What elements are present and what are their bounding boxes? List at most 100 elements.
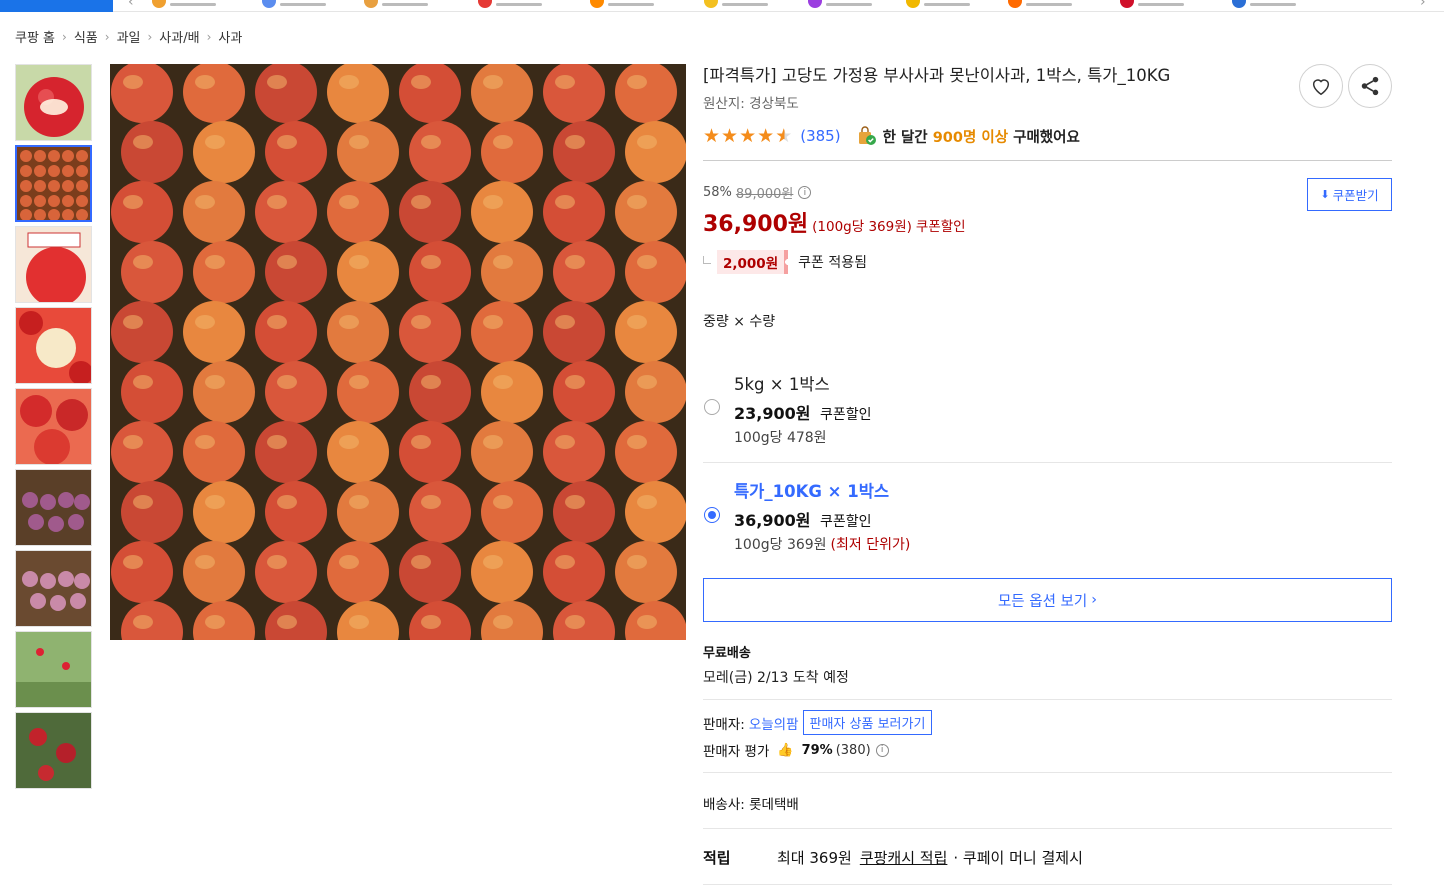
option-coupon-label: 쿠폰할인 xyxy=(820,407,872,423)
option-unit-price: 100g당 478원 xyxy=(734,430,827,446)
category-item[interactable] xyxy=(1232,0,1296,8)
option-coupon-label: 쿠폰할인 xyxy=(820,514,872,530)
review-count-link[interactable]: (385) xyxy=(800,127,840,145)
seller-row: 판매자: 오늘의팜 판매자 상품 보러가기 xyxy=(703,710,1392,735)
category-item[interactable] xyxy=(1008,0,1072,8)
seller-rating-row: 판매자 평가 👍 79% (380) i xyxy=(703,740,1392,760)
coupon-applied-row: 2,000원 쿠폰 적용됨 xyxy=(703,250,1392,274)
seller-products-button[interactable]: 판매자 상품 보러가기 xyxy=(802,710,933,735)
option-price-row: 36,900원 쿠폰할인 xyxy=(734,507,1392,531)
chevron-right-icon: › xyxy=(104,29,110,44)
category-item[interactable] xyxy=(478,0,542,8)
cashback-amount: 최대 369원 xyxy=(777,849,852,867)
chevron-left-icon[interactable]: ‹ xyxy=(128,0,134,10)
chevron-right-icon: › xyxy=(1091,592,1098,608)
thumbnail-8[interactable] xyxy=(15,631,92,708)
buy-suffix: 구매했어요 xyxy=(1013,129,1080,146)
option-price-row: 23,900원 쿠폰할인 xyxy=(734,400,1392,424)
category-item[interactable] xyxy=(906,0,970,8)
thumbnail-list xyxy=(15,64,93,793)
rating-row: ★ ★ ★ ★ ★ (385) 한 달간 900명 이상 구매했어요 xyxy=(703,124,1392,148)
corner-arrow-icon xyxy=(703,256,711,264)
seller-rating-label: 판매자 평가 xyxy=(703,744,770,760)
category-item[interactable] xyxy=(1120,0,1184,8)
option-name: 특가_10KG × 1박스 xyxy=(734,482,890,501)
cashback-link[interactable]: 쿠팡캐시 적립 xyxy=(860,847,948,868)
thumbnail-6[interactable] xyxy=(15,469,92,546)
wishlist-button[interactable] xyxy=(1299,64,1343,108)
chevron-right-icon: › xyxy=(147,29,153,44)
product-info: [파격특가] 고당도 가정용 부사사과 못난이사과, 1박스, 특가_10KG … xyxy=(703,60,1392,885)
chevron-right-icon: › xyxy=(62,29,67,44)
unit-price: (100g당 369원) xyxy=(812,219,912,235)
thumbnail-1[interactable] xyxy=(15,64,92,141)
purchase-count-text: 한 달간 900명 이상 구매했어요 xyxy=(883,126,1080,147)
thumbnail-5[interactable] xyxy=(15,388,92,465)
seller-name-link[interactable]: 오늘의팜 xyxy=(749,713,799,733)
breadcrumb-home[interactable]: 쿠팡 홈 xyxy=(15,27,55,46)
divider xyxy=(703,699,1392,700)
main-product-image[interactable] xyxy=(110,64,686,640)
breadcrumb-apple-pear[interactable]: 사과/배 xyxy=(159,27,199,46)
option-heading: 중량 × 수량 xyxy=(703,314,776,330)
thumbnail-7[interactable] xyxy=(15,550,92,627)
shipping-label: 무료배송 xyxy=(703,646,751,661)
breadcrumb-apple[interactable]: 사과 xyxy=(218,27,242,46)
star-icon: ★ xyxy=(757,124,775,147)
option-name: 5kg × 1박스 xyxy=(734,375,830,394)
info-icon[interactable]: i xyxy=(875,743,889,757)
coupon-download-label: 쿠폰받기 xyxy=(1332,188,1379,203)
coupon-download-button[interactable]: ⬇ 쿠폰받기 xyxy=(1307,178,1392,211)
breadcrumb-food[interactable]: 식품 xyxy=(74,27,98,46)
category-menu-button[interactable] xyxy=(0,0,113,12)
product-origin: 원산지: 경상북도 xyxy=(703,96,799,112)
option-item-10kg[interactable]: 특가_10KG × 1박스 36,900원 쿠폰할인 100g당 369원 (최저… xyxy=(703,478,1392,554)
option-item-5kg[interactable]: 5kg × 1박스 23,900원 쿠폰할인 100g당 478원 xyxy=(703,371,1392,447)
discount-row: 58% 89,000원 i xyxy=(703,183,1392,202)
thumbnail-4[interactable] xyxy=(15,307,92,384)
option-price: 23,900원 xyxy=(734,404,811,423)
original-price: 89,000원 xyxy=(735,187,794,202)
thumbnail-9[interactable] xyxy=(15,712,92,789)
thumbnail-2[interactable] xyxy=(15,145,92,222)
cashback-suffix: · 쿠페이 머니 결제시 xyxy=(953,849,1083,867)
buy-prefix: 한 달간 xyxy=(882,129,928,146)
option-unit-price-row: 100g당 369원 (최저 단위가) xyxy=(734,534,1392,554)
discount-rate: 58% xyxy=(703,185,732,200)
info-icon[interactable]: i xyxy=(798,186,812,199)
divider xyxy=(703,462,1392,463)
star-icon: ★ xyxy=(721,124,739,147)
category-strip: ‹ › xyxy=(0,0,1444,12)
share-icon xyxy=(1361,76,1379,96)
category-item[interactable] xyxy=(262,0,326,8)
divider xyxy=(703,772,1392,773)
price-row: 36,900원 (100g당 369원) 쿠폰할인 xyxy=(703,206,1392,238)
category-item[interactable] xyxy=(590,0,654,8)
coupon-amount-tag: 2,000원 xyxy=(717,250,789,274)
carrier-text: 배송사: 롯데택배 xyxy=(703,797,799,813)
option-radio[interactable] xyxy=(704,399,720,415)
rating-stars[interactable]: ★ ★ ★ ★ ★ xyxy=(703,124,793,147)
breadcrumb: 쿠팡 홈 › 식품 › 과일 › 사과/배 › 사과 xyxy=(15,27,242,47)
lowest-unit-note: (최저 단위가) xyxy=(830,537,911,553)
chevron-right-icon: › xyxy=(206,29,212,44)
share-button[interactable] xyxy=(1348,64,1392,108)
category-item[interactable] xyxy=(364,0,428,8)
option-radio-selected[interactable] xyxy=(704,507,720,523)
chevron-right-icon[interactable]: › xyxy=(1420,0,1426,10)
category-item[interactable] xyxy=(808,0,872,8)
coupon-applied-text: 쿠폰 적용됨 xyxy=(798,255,867,271)
all-options-button[interactable]: 모든 옵션 보기 › xyxy=(703,578,1392,622)
cashback-row: 적립 최대 369원 쿠팡캐시 적립 · 쿠페이 머니 결제시 xyxy=(703,847,1392,868)
thumbnail-3[interactable] xyxy=(15,226,92,303)
divider xyxy=(703,160,1392,161)
category-item[interactable] xyxy=(704,0,768,8)
option-price: 36,900원 xyxy=(734,511,811,530)
option-unit-price: 100g당 369원 xyxy=(734,537,827,553)
breadcrumb-fruit[interactable]: 과일 xyxy=(117,27,141,46)
category-item[interactable] xyxy=(152,0,216,8)
sale-price: 36,900원 xyxy=(703,212,809,237)
half-star-icon: ★ xyxy=(775,124,793,147)
product-title: [파격특가] 고당도 가정용 부사사과 못난이사과, 1박스, 특가_10KG xyxy=(703,66,1171,85)
thumbs-up-icon: 👍 xyxy=(777,742,794,758)
